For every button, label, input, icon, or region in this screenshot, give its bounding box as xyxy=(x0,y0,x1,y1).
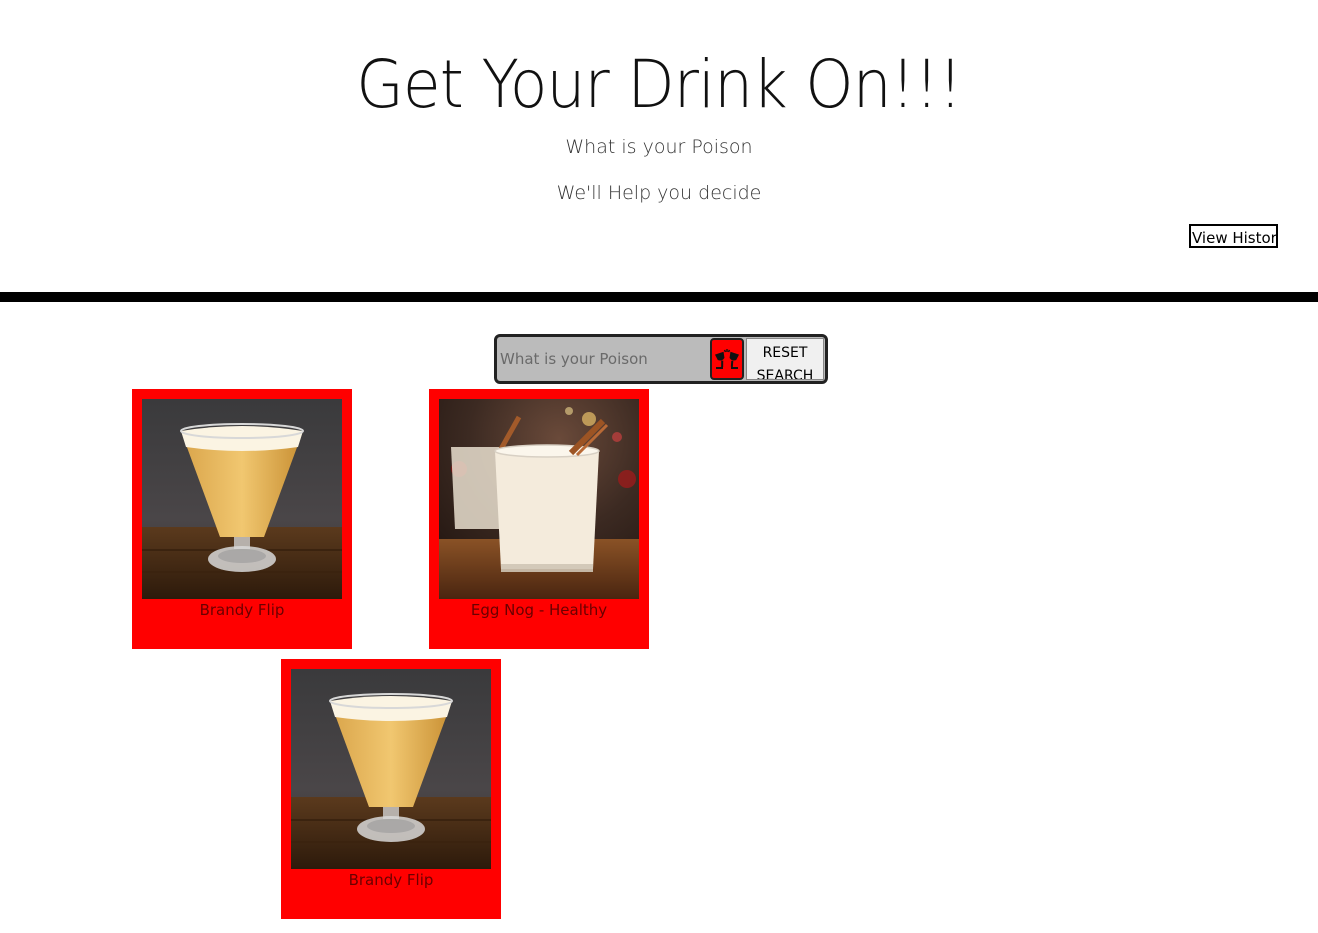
page-title: Get Your Drink On!!! xyxy=(356,46,962,123)
brandy-flip-photo[interactable] xyxy=(142,399,342,599)
drink-card[interactable]: Egg Nog - Healthy xyxy=(429,389,649,649)
page-header: Get Your Drink On!!! What is your Poison… xyxy=(0,0,1318,292)
search-button[interactable] xyxy=(710,338,744,380)
search-bar: RESET SEARCH xyxy=(494,334,828,384)
egg-nog-photo[interactable] xyxy=(439,399,639,599)
drink-card[interactable]: Brandy Flip xyxy=(281,659,501,919)
subtitle-poison: What is your Poison xyxy=(565,136,753,158)
drink-name: Brandy Flip xyxy=(348,871,434,889)
search-input[interactable] xyxy=(497,337,709,381)
header-divider xyxy=(0,292,1318,302)
drink-name: Brandy Flip xyxy=(199,601,285,619)
drink-card[interactable]: Brandy Flip xyxy=(132,389,352,649)
cocktail-glasses-icon xyxy=(714,349,740,369)
view-history-button[interactable]: View History xyxy=(1189,224,1278,248)
drink-name: Egg Nog - Healthy xyxy=(470,601,608,619)
brandy-flip-photo[interactable] xyxy=(291,669,491,869)
reset-search-button[interactable]: RESET SEARCH xyxy=(746,338,824,380)
subtitle-decide: We'll Help you decide xyxy=(556,182,762,204)
